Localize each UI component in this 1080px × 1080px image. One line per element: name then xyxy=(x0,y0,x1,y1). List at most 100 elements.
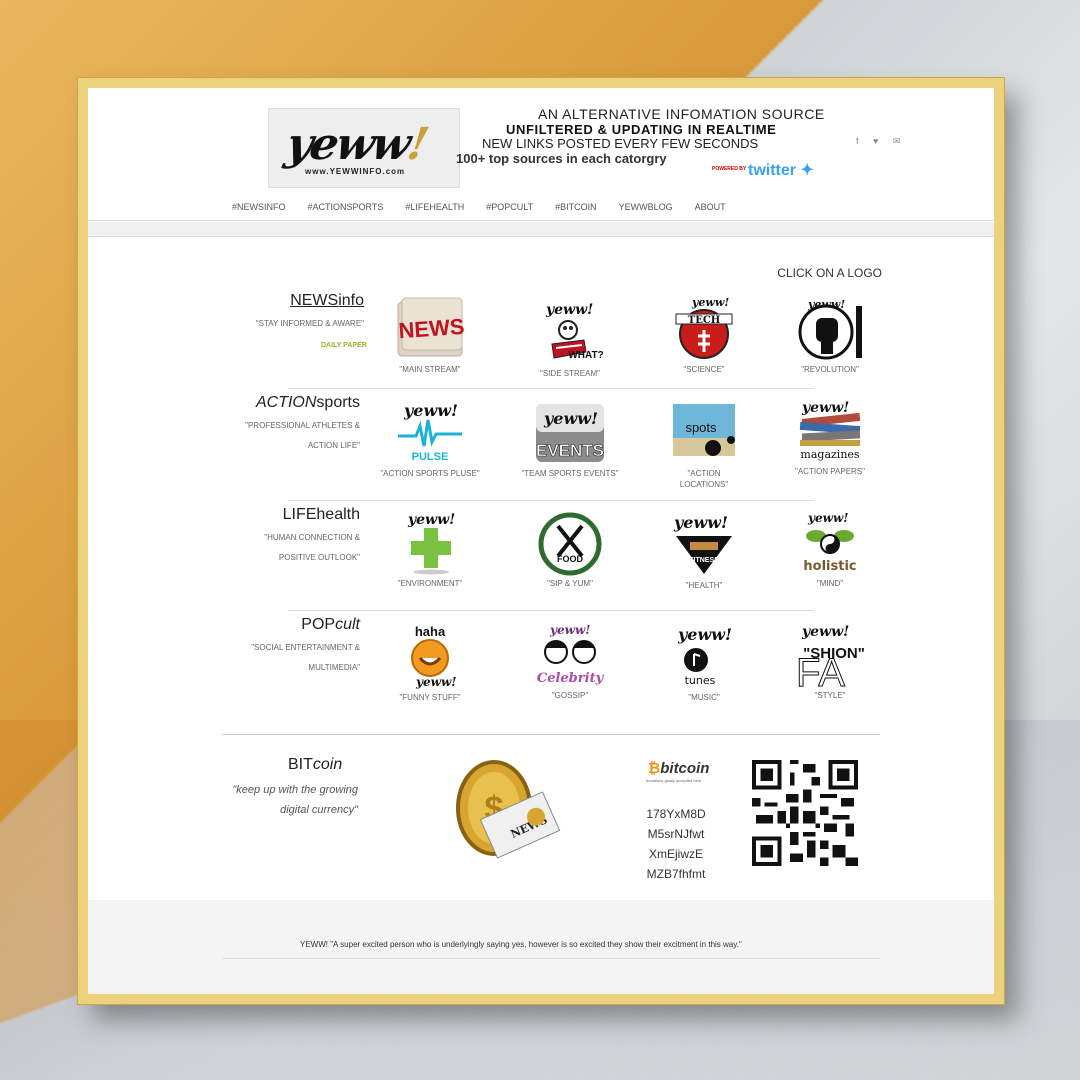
tile-caption: "ENVIRONMENT" xyxy=(397,579,463,588)
logo-text: yeww xyxy=(281,119,414,170)
category-title-actionsports[interactable]: ACTIONsports xyxy=(256,394,360,412)
holistic-logo-text: holistic xyxy=(803,559,856,574)
svg-text:yeww!: yeww! xyxy=(403,401,458,420)
pulse-logo-text: PULSE xyxy=(412,451,449,463)
category-title-lifehealth[interactable]: LIFEhealth xyxy=(283,506,360,524)
svg-text:yeww!: yeww! xyxy=(549,623,591,637)
tile-caption: "REVOLUTION" xyxy=(801,365,859,374)
tagline-1: AN ALTERNATIVE INFOMATION SOURCE xyxy=(538,106,825,122)
twitter-logo[interactable]: twitter ✦ xyxy=(748,160,814,180)
tagline-3: NEW LINKS POSTED EVERY FEW SECONDS xyxy=(482,136,759,151)
category-title-newsinfo[interactable]: NEWSinfo xyxy=(290,292,364,310)
bitcoin-address[interactable]: 178YxM8D M5srNJfwt XmEjiwzE MZB7fhfmt xyxy=(640,804,712,884)
tile-caption: "HEALTH" xyxy=(685,581,723,590)
tile-music[interactable]: yeww! tunes "MUSIC" xyxy=(654,624,754,703)
tile-caption: "TEAM SPORTS EVENTS" xyxy=(521,469,619,478)
section-divider xyxy=(222,734,880,735)
spots-logo-text: spots xyxy=(685,420,717,435)
newsinfo-title-main: NEWS xyxy=(290,292,339,309)
nav-bitcoin[interactable]: #BITCOIN xyxy=(555,202,597,212)
click-on-logo-hint: CLICK ON A LOGO xyxy=(777,266,882,280)
site-logo[interactable]: yeww! www.YEWWINFO.com xyxy=(268,108,460,188)
tile-caption: "STYLE" xyxy=(814,691,846,700)
tile-style[interactable]: yeww! FA "SHION" "STYLE" xyxy=(780,622,880,701)
lifehealth-title-main: LIFE xyxy=(282,506,317,523)
haha-logo-text: haha xyxy=(415,624,446,639)
social-icons[interactable]: f ♥ ✉ xyxy=(856,136,906,147)
bitcoin-address-line: MZB7fhfmt xyxy=(646,867,706,881)
food-logo-icon: FOOD xyxy=(538,512,602,576)
tile-side-stream[interactable]: yeww! WHAT? "SIDE STREAM" xyxy=(520,300,620,379)
main-nav: #NEWSINFO #ACTIONSPORTS #LIFEHEALTH #POP… xyxy=(232,202,726,212)
category-subtitle-newsinfo: "STAY INFORMED & AWARE" xyxy=(255,319,364,328)
magazines-logo-text: magazines xyxy=(800,448,859,461)
svg-text:yeww!: yeww! xyxy=(543,409,598,428)
tile-caption: "MIND" xyxy=(816,579,844,588)
magazines-logo-icon: yeww! magazines xyxy=(799,400,861,461)
tile-action-locations[interactable]: spots "ACTION LOCATIONS" xyxy=(664,400,744,490)
green-cross-logo-icon: yeww! xyxy=(407,512,455,575)
svg-text:yeww!: yeww! xyxy=(677,625,732,644)
tile-environment[interactable]: yeww! "ENVIRONMENT" xyxy=(380,510,480,589)
svg-text:yeww!: yeww! xyxy=(407,512,455,528)
nav-about[interactable]: ABOUT xyxy=(695,202,726,212)
row-divider xyxy=(288,388,814,389)
powered-by-label: POWERED BY xyxy=(712,166,747,172)
bitcoin-address-line: 178YxM8D xyxy=(646,807,706,821)
news-paper-logo-icon: NEWS xyxy=(397,297,466,357)
nav-actionsports[interactable]: #ACTIONSPORTS xyxy=(308,202,384,212)
header-bar xyxy=(88,222,994,237)
tile-caption: "MUSIC" xyxy=(688,693,720,702)
svg-text:yeww!: yeww! xyxy=(807,511,849,525)
tile-science[interactable]: yeww! TECH "SCIENCE" xyxy=(654,296,754,375)
row-divider xyxy=(288,610,814,611)
category-title-popcult[interactable]: POPcult xyxy=(301,616,360,634)
bitcoin-subtitle: "keep up with the growing digital curren… xyxy=(232,784,358,816)
events-logo-icon: yeww! EVENTS xyxy=(536,404,604,462)
bitcoin-b-icon: ₿ xyxy=(648,760,661,777)
svg-text:yeww!: yeww! xyxy=(545,302,593,318)
tile-caption: "MAIN STREAM" xyxy=(399,365,461,374)
twitter-logo-text: twitter xyxy=(748,162,796,179)
svg-text:yeww!: yeww! xyxy=(673,513,728,532)
nav-popcult[interactable]: #POPCULT xyxy=(486,202,533,212)
bitcoin-logo: ₿bitcoin xyxy=(648,760,709,777)
category-title-bitcoin[interactable]: BITcoin xyxy=(288,756,342,774)
svg-text:yeww!: yeww! xyxy=(801,400,849,416)
tile-action-papers[interactable]: yeww! magazines "ACTION PAPERS" xyxy=(780,398,880,477)
tile-team-sports-events[interactable]: yeww! EVENTS "TEAM SPORTS EVENTS" xyxy=(520,400,620,479)
footer-divider xyxy=(222,958,880,959)
popcult-title-main: POP xyxy=(301,616,336,633)
tile-main-stream[interactable]: NEWS "MAIN STREAM" xyxy=(380,296,480,375)
events-logo-text: EVENTS xyxy=(536,441,604,460)
tile-caption: "SIP & YUM" xyxy=(547,579,593,588)
category-subtitle-actionsports-2: ACTION LIFE" xyxy=(307,441,360,450)
nav-newsinfo[interactable]: #NEWSINFO xyxy=(232,202,286,212)
fitness-logo-text: FITNESS xyxy=(689,557,719,564)
tile-mind[interactable]: yeww! holistic "MIND" xyxy=(780,510,880,589)
tile-health[interactable]: yeww! FITNESS "HEALTH" xyxy=(654,512,754,591)
bitcoin-news-coin-logo[interactable]: $ NEWS xyxy=(442,754,562,874)
haha-logo-icon: haha yeww! xyxy=(411,624,457,689)
bitcoin-title-rest: coin xyxy=(312,756,343,773)
nav-lifehealth[interactable]: #LIFEHEALTH xyxy=(405,202,464,212)
svg-text:yeww!: yeww! xyxy=(415,675,457,689)
tile-caption: "ACTION PAPERS" xyxy=(795,467,865,476)
what-logo-text: WHAT? xyxy=(568,350,603,361)
tile-sip-and-yum[interactable]: FOOD "SIP & YUM" xyxy=(520,510,620,589)
pulse-logo-icon: yeww! PULSE xyxy=(398,401,462,463)
nav-yewwblog[interactable]: YEWWBLOG xyxy=(619,202,673,212)
tile-action-sports-pulse[interactable]: yeww! PULSE "ACTION SPORTS PLUSE" xyxy=(380,400,480,479)
twitter-bird-icon: ✦ xyxy=(796,162,814,179)
tile-gossip[interactable]: yeww! Celebrity "GOSSIP" xyxy=(520,622,620,701)
tile-caption: "FUNNY STUFF" xyxy=(399,693,461,702)
tile-revolution[interactable]: yeww! "REVOLUTION" xyxy=(780,296,880,375)
celebrity-logo-icon: yeww! Celebrity xyxy=(537,623,605,686)
tile-funny-stuff[interactable]: haha yeww! "FUNNY STUFF" xyxy=(380,624,480,703)
row-divider xyxy=(288,500,814,501)
bitcoin-address-line: XmEjiwzE xyxy=(648,847,703,861)
daily-paper-link[interactable]: DAILY PAPER xyxy=(321,342,367,349)
fitness-logo-icon: yeww! FITNESS xyxy=(673,513,732,574)
svg-text:yeww!: yeww! xyxy=(691,296,729,309)
news-logo-text: NEWS xyxy=(398,314,466,344)
